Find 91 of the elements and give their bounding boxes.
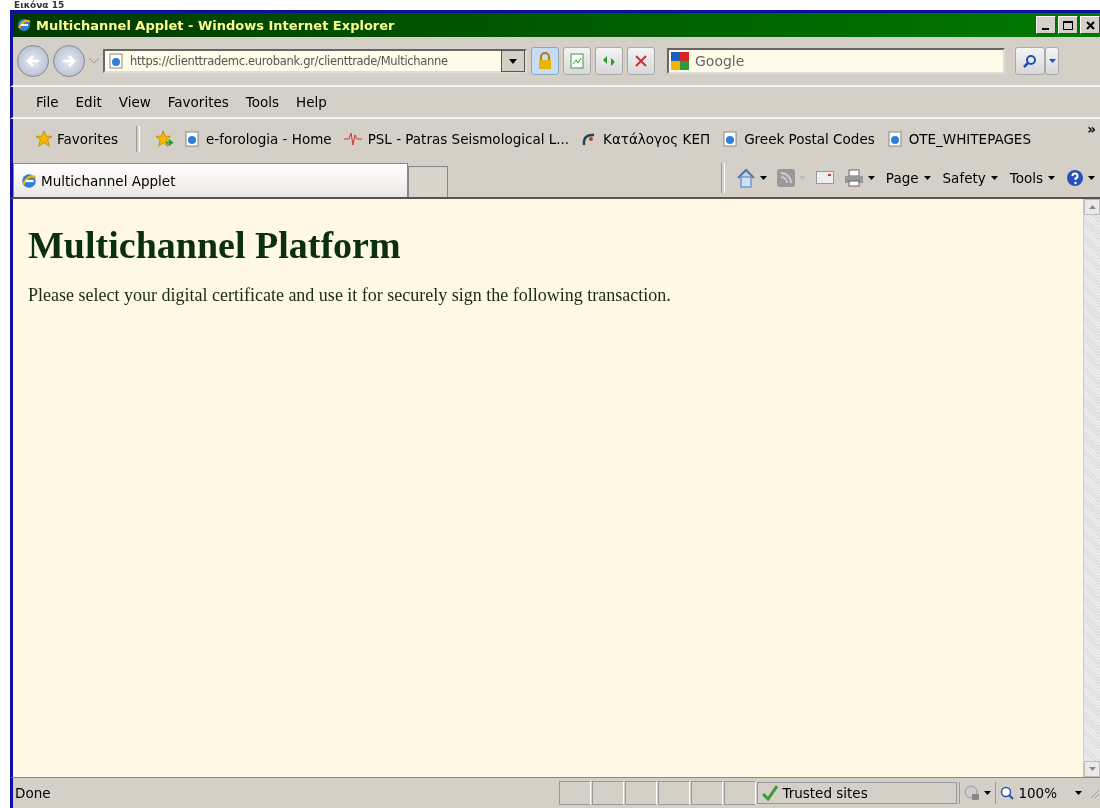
- caret-icon: [990, 176, 998, 180]
- caret-icon: [984, 791, 992, 795]
- search-icon: [1023, 54, 1037, 68]
- search-field[interactable]: Google: [667, 48, 1005, 74]
- ie-logo-icon: [16, 17, 32, 33]
- add-favorite-icon[interactable]: [154, 130, 176, 148]
- protected-mode-button[interactable]: [959, 782, 992, 804]
- caret-icon: [509, 58, 517, 64]
- menu-item[interactable]: Tools: [245, 94, 280, 110]
- ie-logo-icon: [20, 171, 38, 190]
- page-icon: [108, 53, 124, 69]
- checkmark-icon: [762, 785, 779, 801]
- menu-item[interactable]: Edit: [75, 94, 102, 110]
- mail-button[interactable]: [815, 171, 834, 185]
- instruction-text: Please select your digital certificate and use it for securely sign the following transaction.: [28, 285, 672, 306]
- print-button[interactable]: [843, 169, 875, 187]
- favorite-link[interactable]: PSL - Patras Seismological L...: [343, 131, 570, 147]
- back-arrow-icon: [26, 55, 40, 67]
- security-zone: Trusted sites: [757, 782, 958, 804]
- compatibility-button[interactable]: [563, 47, 591, 75]
- forward-arrow-icon: [62, 55, 76, 67]
- caret-icon: [1048, 59, 1056, 63]
- printer-icon: [843, 169, 864, 187]
- home-button[interactable]: [735, 168, 767, 188]
- resize-grip-icon: [1088, 787, 1100, 799]
- minimize-button[interactable]: [1036, 16, 1056, 34]
- maximize-icon: [1063, 21, 1073, 30]
- maximize-button[interactable]: [1058, 16, 1078, 34]
- padlock-icon: [537, 52, 553, 70]
- menu-item[interactable]: Favorites: [167, 94, 229, 110]
- address-dropdown-button[interactable]: [501, 50, 525, 72]
- address-field[interactable]: https://clienttrademc.eurobank.gr/clienttrade/Multichanne: [103, 49, 527, 73]
- back-button[interactable]: [17, 45, 49, 77]
- figure-caption: Εικόνα 15: [13, 0, 66, 10]
- new-tab-button[interactable]: [408, 166, 448, 197]
- refresh-button[interactable]: [595, 47, 623, 75]
- favorite-link[interactable]: e-forologia - Home: [184, 131, 332, 147]
- caret-icon: [1088, 176, 1095, 180]
- waveform-icon: [343, 131, 362, 147]
- command-menu-button[interactable]: Tools: [1009, 170, 1055, 186]
- help-icon: [1066, 169, 1084, 187]
- close-button[interactable]: [1080, 16, 1100, 34]
- star-icon: [35, 130, 53, 148]
- down-arrow-icon: [1088, 767, 1096, 771]
- envelope-icon: [815, 171, 834, 185]
- dropdown-caret-icon[interactable]: [89, 58, 99, 64]
- feeds-button[interactable]: [776, 169, 806, 187]
- magnifier-icon: [1000, 786, 1015, 800]
- favorite-link[interactable]: Κατάλογος ΚΕΠ: [581, 131, 711, 147]
- menu-item[interactable]: View: [118, 94, 151, 110]
- page-icon: [722, 131, 739, 147]
- page-icon: [886, 131, 903, 147]
- caret-icon: [867, 176, 875, 180]
- caret-icon: [923, 176, 931, 180]
- menu-item[interactable]: File: [36, 94, 59, 110]
- status-pane: [724, 781, 757, 805]
- menu-item[interactable]: Help: [296, 94, 327, 110]
- caret-icon: [1075, 791, 1082, 795]
- feed-icon: [776, 169, 795, 187]
- help-button[interactable]: [1066, 169, 1095, 187]
- window-title: Multichannel Applet - Windows Internet Explorer: [36, 17, 396, 33]
- up-arrow-icon: [1088, 205, 1096, 209]
- lock-button[interactable]: [531, 47, 559, 75]
- command-menu-button[interactable]: Safety: [942, 170, 998, 186]
- stop-button[interactable]: [627, 47, 655, 75]
- forward-button[interactable]: [53, 45, 85, 77]
- close-icon: [1085, 21, 1095, 30]
- command-menu-button[interactable]: Page: [885, 170, 931, 186]
- browser-tab[interactable]: Multichannel Applet: [13, 163, 408, 197]
- favorite-link[interactable]: OTE_WHITEPAGES: [886, 131, 1031, 147]
- more-links-button[interactable]: »: [1087, 121, 1096, 137]
- page-icon: [184, 131, 200, 147]
- status-text: Done: [14, 785, 52, 801]
- status-pane: [691, 781, 724, 805]
- search-options-button[interactable]: [1045, 47, 1059, 75]
- search-button[interactable]: [1015, 47, 1045, 75]
- caret-icon: [1048, 176, 1055, 180]
- status-pane: [625, 781, 658, 805]
- favorites-button[interactable]: Favorites: [31, 130, 122, 148]
- caret-icon: [759, 176, 767, 180]
- status-pane: [559, 781, 592, 805]
- scroll-down-button[interactable]: [1084, 761, 1100, 777]
- house-icon: [735, 168, 756, 188]
- zoom-button[interactable]: 100%: [995, 782, 1082, 804]
- stop-cross-icon: [635, 55, 647, 67]
- page-heading: Multichannel Platform: [28, 223, 402, 267]
- status-pane: [658, 781, 691, 805]
- favorite-link[interactable]: Greek Postal Codes: [722, 131, 875, 147]
- vertical-scrollbar[interactable]: [1083, 199, 1100, 777]
- status-pane: [592, 781, 625, 805]
- scroll-up-button[interactable]: [1084, 199, 1100, 215]
